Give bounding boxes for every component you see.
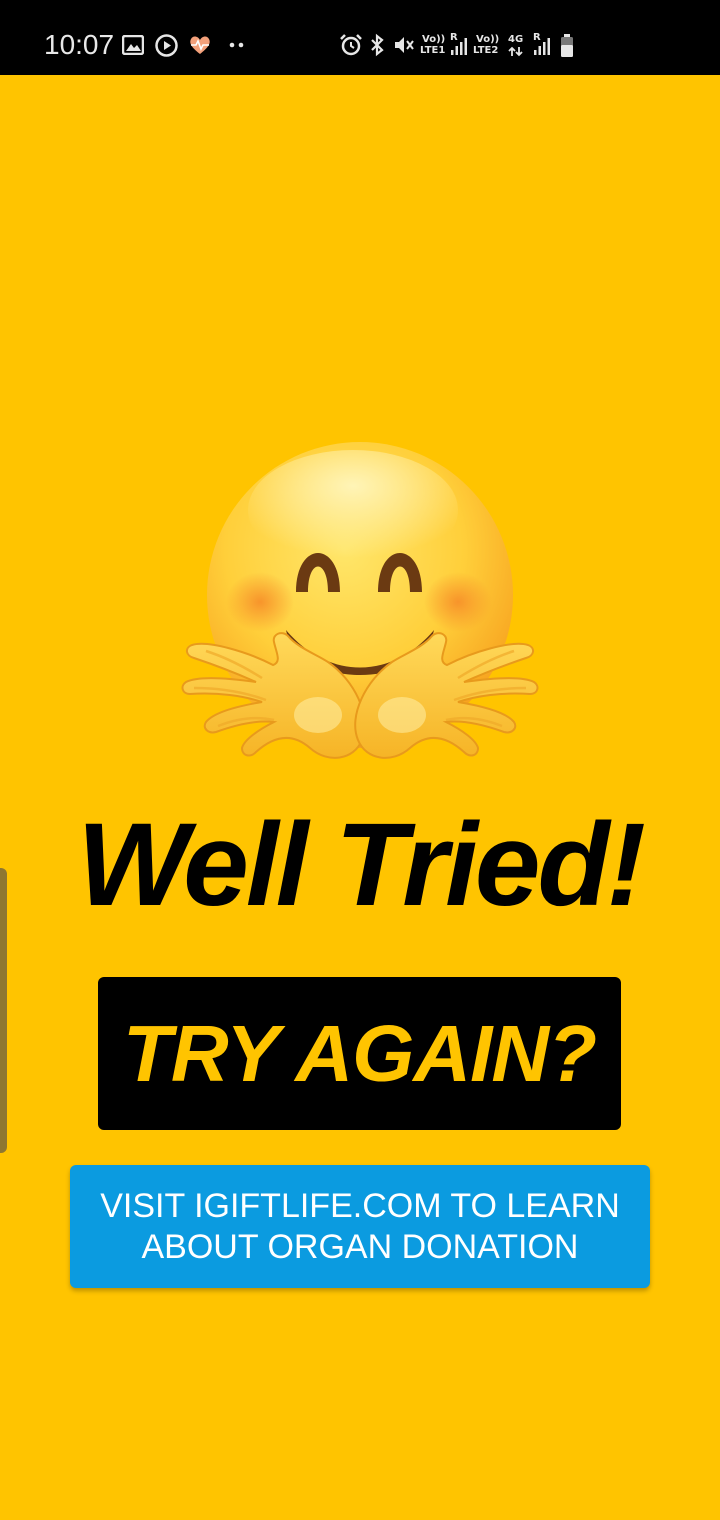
- result-title: Well Tried!: [77, 799, 646, 931]
- status-bar: 10:07 Vo)) LTE1 R Vo)) LTE2 4G R: [0, 0, 720, 75]
- bluetooth-icon: [371, 33, 384, 57]
- more-dots-icon: [229, 42, 244, 48]
- visit-igiftlife-button[interactable]: VISIT IGIFTLIFE.COM TO LEARN ABOUT ORGAN…: [70, 1165, 650, 1288]
- alarm-icon: [340, 34, 362, 56]
- try-again-label: TRY AGAIN?: [122, 1008, 597, 1098]
- sim2-lte: LTE2: [473, 45, 499, 56]
- visit-igiftlife-label: VISIT IGIFTLIFE.COM TO LEARN ABOUT ORGAN…: [100, 1186, 620, 1266]
- status-time: 10:07: [44, 29, 115, 60]
- signal-icon: [534, 38, 550, 55]
- try-again-button[interactable]: TRY AGAIN?: [98, 977, 621, 1130]
- mute-icon: [395, 37, 414, 53]
- network-type: 4G: [508, 34, 524, 45]
- signal-icon: [451, 38, 467, 55]
- sim1-volte: Vo)): [422, 34, 446, 45]
- sim2-volte: Vo)): [476, 34, 500, 45]
- game-over-screen: [0, 75, 720, 1520]
- heart-rate-icon: [190, 36, 210, 54]
- sim1-lte: LTE1: [420, 45, 446, 56]
- play-icon: [155, 34, 178, 57]
- data-arrows-icon: [508, 46, 523, 57]
- hugging-face-icon: [181, 442, 539, 759]
- gallery-icon: [122, 35, 144, 55]
- battery-icon: [561, 34, 573, 57]
